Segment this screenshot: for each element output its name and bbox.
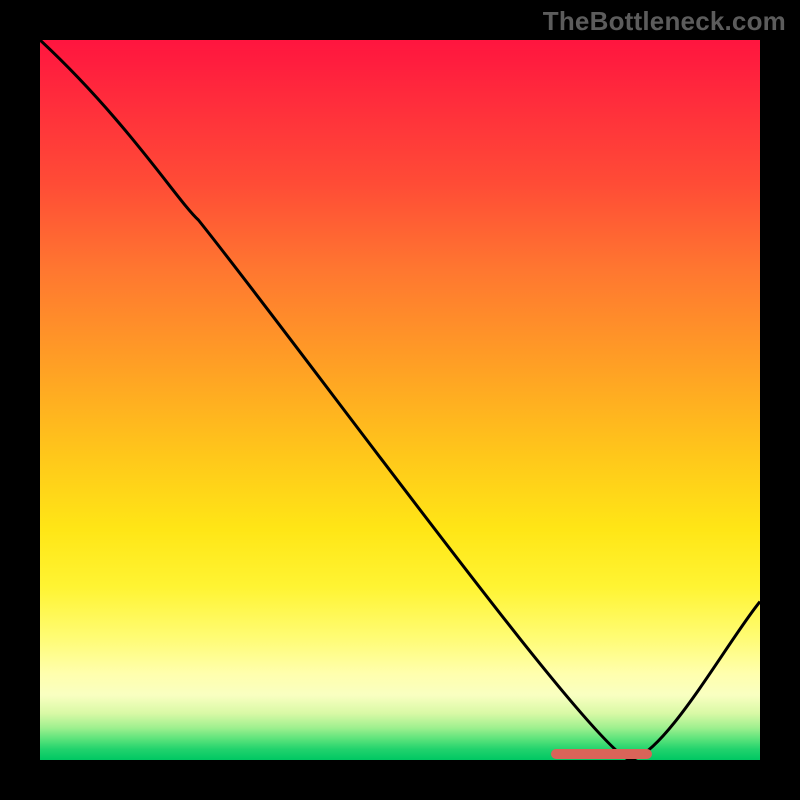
optimal-range-marker — [551, 749, 652, 759]
bottleneck-curve — [40, 40, 760, 760]
chart-frame: TheBottleneck.com — [0, 0, 800, 800]
plot-area — [40, 40, 760, 760]
watermark-text: TheBottleneck.com — [543, 6, 786, 37]
curve-path — [40, 40, 760, 760]
